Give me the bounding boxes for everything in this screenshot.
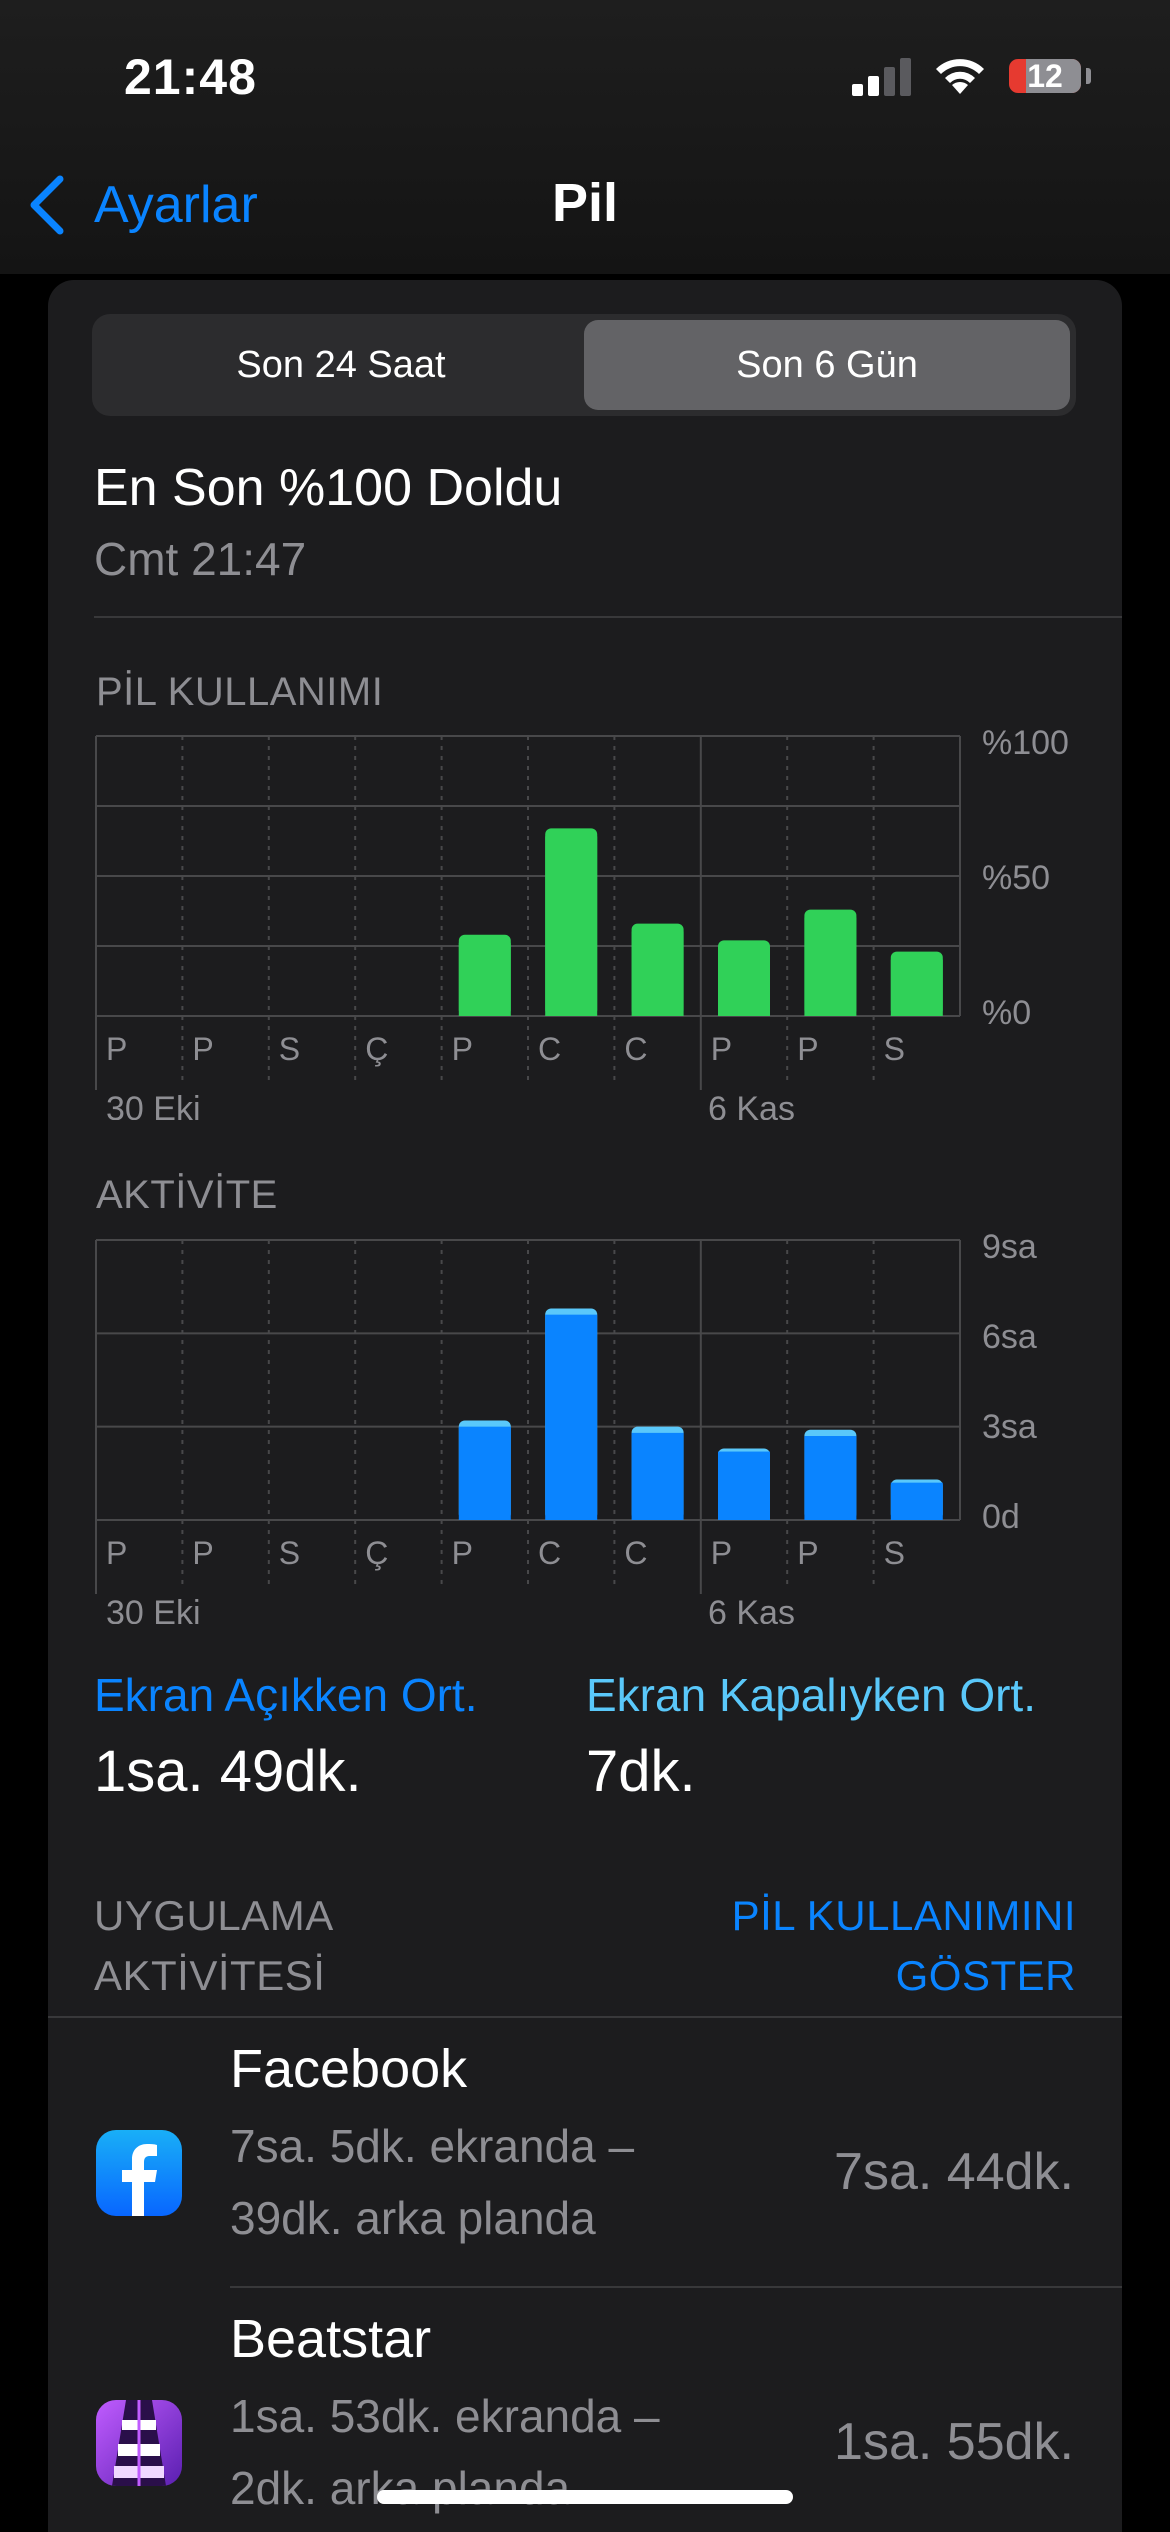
x-tick-label: P [452, 1031, 473, 1067]
x-tick-label: C [538, 1535, 561, 1571]
bar-screen-on [545, 1314, 598, 1520]
app-usage-detail-line2: 39dk. arka planda [230, 2192, 596, 2244]
battery-usage-chart: %100 %50 %0 30 Eki 6 Kas P P S Ç P C C P P S [95, 724, 1069, 1120]
bar-battery-usage-body [890, 959, 943, 1016]
show-battery-usage-line1: PİL KULLANIMINI [731, 1892, 1076, 1939]
screen-on-average-label: Ekran Açıkken Ort. [94, 1669, 478, 1721]
status-time: 21:48 [124, 49, 257, 105]
x-tick-label: Ç [365, 1535, 388, 1571]
x-tick-label: P [711, 1031, 732, 1067]
x-date-label-start: 30 Eki [106, 1594, 201, 1624]
screen-on-average-value: 1sa. 49dk. [94, 1739, 362, 1804]
battery-cap [1086, 68, 1091, 84]
app-usage-detail-line1: 1sa. 53dk. ekranda – [230, 2390, 660, 2442]
x-tick-label: P [452, 1535, 473, 1571]
app-row-facebook[interactable]: Facebook 7sa. 5dk. ekranda – 39dk. arka … [48, 2018, 1122, 2286]
header: 21:48 12 Ayarlar Pil [0, 0, 1170, 274]
x-tick-label: P [797, 1031, 818, 1067]
y-tick-0: %0 [982, 994, 1031, 1032]
activity-chart: 9sa 6sa 3sa 0d 30 Eki 6 Kas P P S Ç P C C P P S [95, 1228, 1037, 1624]
x-tick-label: S [884, 1031, 905, 1067]
x-tick-label: C [624, 1535, 647, 1571]
app-activity-label-line1: UYGULAMA [94, 1892, 334, 1939]
app-activity-label: UYGULAMA AKTİVİTESİ [94, 1886, 334, 2006]
y-tick-0d: 0d [982, 1498, 1020, 1536]
bar-battery-usage-body [545, 836, 598, 1016]
facebook-app-icon [96, 2130, 182, 2216]
beatstar-app-icon [96, 2400, 182, 2486]
app-name: Facebook [230, 2039, 468, 2099]
x-tick-label: P [192, 1535, 213, 1571]
last-charge-time: Cmt 21:47 [94, 533, 307, 585]
divider [94, 616, 1122, 618]
y-tick-6sa: 6sa [982, 1318, 1037, 1356]
x-tick-label: S [884, 1535, 905, 1571]
app-activity-label-line2: AKTİVİTESİ [94, 1952, 326, 1999]
x-tick-label: S [279, 1535, 300, 1571]
bar-screen-on [718, 1451, 770, 1520]
time-range-segmented-control: Son 24 Saat Son 6 Gün [92, 314, 1076, 416]
chart-grid [95, 1239, 961, 1594]
y-tick-100: %100 [982, 724, 1069, 762]
segment-last-6-days[interactable]: Son 6 Gün [584, 320, 1070, 410]
x-tick-label: C [538, 1031, 561, 1067]
x-date-label-start: 30 Eki [106, 1090, 201, 1120]
bar-battery-usage-body [458, 942, 511, 1016]
bar-battery-usage-body [718, 948, 770, 1016]
battery-percentage: 12 [1027, 58, 1063, 94]
y-tick-3sa: 3sa [982, 1408, 1037, 1446]
x-date-label-end: 6 Kas [708, 1090, 795, 1120]
cellular-signal-icon [852, 58, 911, 96]
y-tick-50: %50 [982, 859, 1050, 897]
home-indicator[interactable] [377, 2490, 793, 2504]
bar-battery-usage-body [804, 917, 857, 1016]
x-tick-label: P [106, 1535, 127, 1571]
app-usage-detail-line1: 7sa. 5dk. ekranda – [230, 2120, 635, 2172]
app-usage-detail-line2: 2dk. arka planda [230, 2462, 571, 2514]
app-name: Beatstar [230, 2309, 432, 2369]
app-usage-total: 7sa. 44dk. [834, 2143, 1074, 2201]
bar-screen-on [804, 1436, 857, 1520]
show-battery-usage-line2: GÖSTER [895, 1952, 1076, 1999]
app-usage-total: 1sa. 55dk. [834, 2413, 1074, 2471]
bar-screen-on [458, 1426, 511, 1520]
x-tick-label: S [279, 1031, 300, 1067]
screen-off-average-value: 7dk. [586, 1739, 696, 1804]
page-title: Pil [551, 173, 619, 233]
x-tick-label: P [797, 1535, 818, 1571]
x-tick-label: C [624, 1031, 647, 1067]
app-usage-detail: 7sa. 5dk. ekranda – 39dk. arka planda [230, 2110, 750, 2254]
x-tick-label: Ç [365, 1031, 388, 1067]
wifi-icon [936, 59, 984, 94]
segment-last-24-hours[interactable]: Son 24 Saat [98, 320, 584, 410]
show-battery-usage-toggle[interactable]: PİL KULLANIMINI GÖSTER [732, 1886, 1076, 2006]
screen-off-average-label: Ekran Kapalıyken Ort. [586, 1669, 1036, 1721]
battery-card: Son 24 Saat Son 6 Gün En Son %100 Doldu … [48, 280, 1122, 2532]
x-tick-label: P [711, 1535, 732, 1571]
last-charge-title: En Son %100 Doldu [94, 459, 563, 517]
x-tick-label: P [192, 1031, 213, 1067]
y-tick-9sa: 9sa [982, 1228, 1037, 1266]
x-date-label-end: 6 Kas [708, 1594, 795, 1624]
bar-screen-on [890, 1482, 943, 1520]
bar-screen-on [631, 1432, 684, 1520]
bar-battery-usage-body [631, 931, 684, 1016]
x-tick-label: P [106, 1031, 127, 1067]
